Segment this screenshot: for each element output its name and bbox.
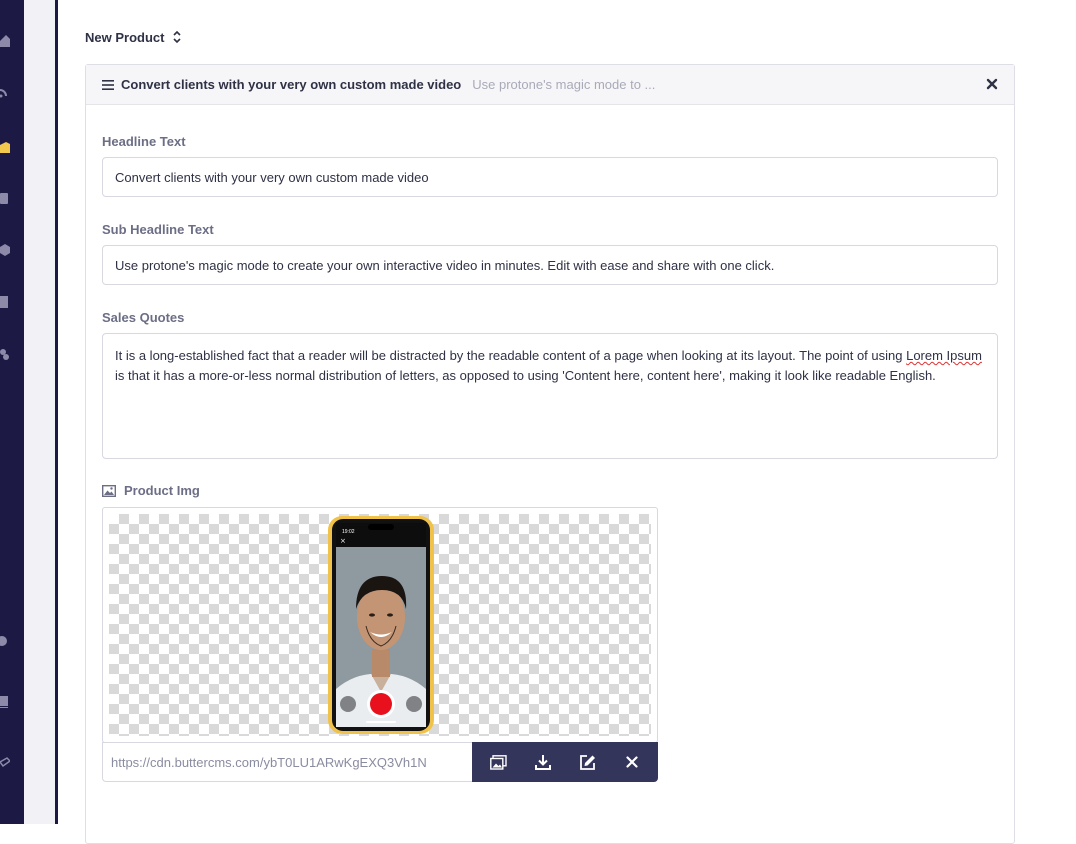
close-x-icon[interactable] <box>986 78 998 90</box>
product-img-label: Product Img <box>124 483 200 498</box>
sales-quotes-text-part-2: is that it has a more-or-less normal dis… <box>115 368 936 383</box>
users-icon[interactable] <box>0 348 10 360</box>
layers-icon[interactable] <box>0 756 10 768</box>
page-title: New Product <box>85 29 165 45</box>
sidebar-gutter <box>24 0 55 824</box>
hamburger-menu-icon[interactable] <box>102 79 114 90</box>
spellcheck-underline: Lorem Ipsum <box>906 348 982 363</box>
sales-quotes-label: Sales Quotes <box>102 310 185 325</box>
headline-input[interactable] <box>102 157 998 197</box>
edit-icon <box>579 754 595 770</box>
remove-icon <box>626 756 638 768</box>
feed-icon[interactable] <box>0 86 10 98</box>
download-button[interactable] <box>534 753 552 771</box>
chevron-up-down-icon[interactable] <box>172 29 182 45</box>
card-header[interactable]: Convert clients with your very own custo… <box>86 65 1014 105</box>
sidebar <box>0 0 24 824</box>
image-actions-toolbar <box>472 742 658 782</box>
headline-label: Headline Text <box>102 134 186 149</box>
help-icon[interactable] <box>0 635 10 647</box>
remove-image-button[interactable] <box>623 753 641 771</box>
phone-time: 19:02 <box>342 529 355 535</box>
product-img-preview[interactable]: 19:02 × <box>102 507 658 743</box>
sales-quotes-text-part-1: It is a long-established fact that a rea… <box>115 348 907 363</box>
card-header-title: Convert clients with your very own custo… <box>121 77 462 92</box>
sales-quotes-textarea[interactable]: It is a long-established fact that a rea… <box>102 333 998 459</box>
sub-headline-label: Sub Headline Text <box>102 222 214 237</box>
media-library-button[interactable] <box>489 753 507 771</box>
page-title-row[interactable]: New Product <box>85 29 182 45</box>
components-icon[interactable] <box>0 244 10 256</box>
collections-icon[interactable] <box>0 192 10 204</box>
media-library-icon <box>489 754 507 770</box>
card-header-subtitle: Use protone's magic mode to ... <box>472 77 656 92</box>
download-icon <box>534 755 551 770</box>
sub-headline-input[interactable] <box>102 245 998 285</box>
phone-mockup-image: 19:02 × <box>328 516 434 734</box>
product-img-label-row: Product Img <box>102 483 200 498</box>
desktop-icon[interactable] <box>0 696 10 708</box>
image-url-row <box>102 742 658 782</box>
content-left-border <box>55 0 58 824</box>
edit-button[interactable] <box>578 753 596 771</box>
image-url-input[interactable] <box>102 742 472 782</box>
home-icon[interactable] <box>0 35 10 47</box>
image-icon <box>102 484 116 497</box>
blog-icon[interactable] <box>0 296 10 308</box>
svg-text:×: × <box>340 537 346 545</box>
pages-icon[interactable] <box>0 141 10 153</box>
